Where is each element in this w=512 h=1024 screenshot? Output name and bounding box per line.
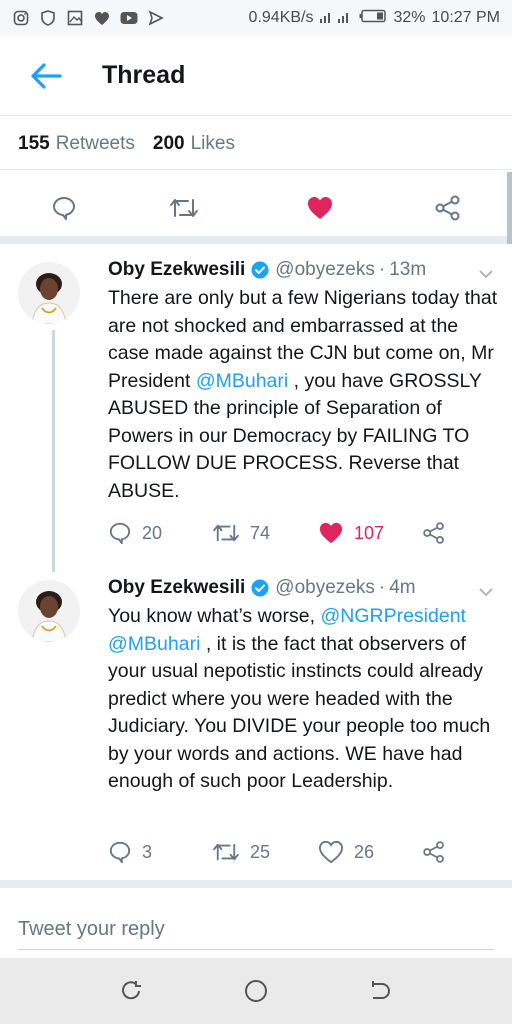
chevron-down-icon[interactable]	[478, 266, 494, 282]
network-speed: 0.94KB/s	[248, 9, 314, 26]
chevron-down-icon[interactable]	[478, 584, 494, 600]
mention-link[interactable]: @NGRPresident	[320, 605, 466, 627]
author-handle[interactable]: @obyezeks	[275, 577, 375, 599]
reply-button[interactable]: 3	[108, 837, 152, 867]
reply-button[interactable]: 20	[108, 518, 162, 548]
share-icon	[423, 522, 444, 544]
retweet-count: 74	[250, 522, 271, 543]
avatar[interactable]	[18, 262, 80, 324]
comment-icon	[109, 841, 131, 864]
mention-link[interactable]: @MBuhari	[108, 633, 200, 655]
tweet-actions: 20 74 107	[108, 518, 488, 548]
top-app-bar: Thread	[0, 36, 512, 116]
tweet-header: Oby Ezekwesili @obyezeks · 13m	[108, 259, 426, 281]
retweet-icon	[213, 843, 239, 861]
image-icon	[66, 10, 84, 26]
separator-dot: ·	[378, 577, 386, 598]
share-button[interactable]	[422, 837, 456, 867]
author-name[interactable]: Oby Ezekwesili	[108, 577, 245, 599]
like-button[interactable]	[302, 190, 338, 226]
tweet-header: Oby Ezekwesili @obyezeks · 4m	[108, 577, 416, 599]
scrollbar[interactable]	[507, 172, 512, 244]
likes-count[interactable]: 200	[153, 133, 185, 155]
retweet-button[interactable]	[166, 190, 202, 226]
retweet-count: 25	[250, 841, 271, 862]
tweet-stats: 155 Retweets 200 Likes	[0, 118, 512, 170]
like-count: 26	[354, 841, 375, 862]
retweet-button[interactable]: 25	[212, 837, 270, 867]
avatar[interactable]	[18, 580, 80, 642]
tweet[interactable]: Oby Ezekwesili @obyezeks · 13m There are…	[0, 244, 512, 572]
comment-icon	[109, 522, 131, 545]
reply-count: 3	[142, 841, 153, 862]
tweet-text: You know what’s worse, @NGRPresident @MB…	[108, 603, 503, 796]
retweets-count[interactable]: 155	[18, 133, 50, 155]
tweet-actions: 3 25 26	[108, 837, 488, 867]
like-count: 107	[354, 522, 385, 543]
battery-percent: 32%	[393, 9, 426, 26]
verified-badge-icon	[251, 261, 269, 279]
heart-filled-icon	[308, 197, 332, 219]
share-icon	[435, 195, 460, 221]
tweet-time: 13m	[389, 259, 427, 280]
youtube-icon	[120, 10, 138, 26]
separator-dot: ·	[378, 259, 386, 280]
author-handle[interactable]: @obyezeks	[275, 259, 375, 281]
home-button[interactable]	[236, 971, 276, 1011]
verified-badge-icon	[251, 579, 269, 597]
clock: 10:27 PM	[431, 9, 500, 26]
back-nav-icon	[372, 981, 390, 999]
share-button[interactable]	[422, 518, 456, 548]
home-circle-icon	[245, 980, 267, 1002]
thread-line	[52, 330, 55, 572]
signal-icon	[319, 8, 353, 29]
reply-count: 20	[142, 522, 163, 543]
arrow-left-icon	[31, 62, 62, 89]
back-button[interactable]	[16, 46, 76, 106]
page-title: Thread	[102, 61, 186, 89]
retweets-label[interactable]: Retweets	[56, 133, 135, 155]
retweet-icon	[170, 199, 198, 217]
like-button[interactable]: 107	[318, 518, 384, 548]
status-bar: 0.94KB/s 32% 10:27 PM	[0, 0, 512, 36]
likes-label[interactable]: Likes	[191, 133, 235, 155]
heart-icon	[93, 10, 111, 26]
recents-icon	[122, 981, 141, 1000]
tweet-text: There are only but a few Nigerians today…	[108, 285, 503, 505]
system-nav-bar	[0, 958, 512, 1024]
share-button[interactable]	[430, 190, 466, 226]
share-icon	[423, 841, 444, 863]
reply-composer	[0, 880, 512, 960]
retweet-button[interactable]: 74	[212, 518, 270, 548]
author-name[interactable]: Oby Ezekwesili	[108, 259, 245, 281]
reply-input[interactable]	[18, 910, 494, 950]
notification-icons	[12, 10, 165, 26]
tweet-text-segment: You know what’s worse,	[108, 605, 321, 627]
battery-icon	[359, 9, 387, 28]
heart-filled-icon	[319, 522, 343, 544]
tweet-text-segment: , it is the fact that observers of your …	[108, 632, 491, 793]
tweet-action-bar	[0, 172, 512, 244]
instagram-icon	[12, 10, 30, 26]
send-icon	[147, 10, 165, 26]
shield-icon	[39, 10, 57, 26]
heart-outline-icon	[318, 840, 344, 864]
like-button[interactable]: 26	[318, 837, 374, 867]
retweet-icon	[213, 524, 239, 542]
back-nav-button[interactable]	[360, 971, 400, 1011]
reply-button[interactable]	[46, 190, 82, 226]
mention-link[interactable]: @MBuhari	[196, 370, 288, 392]
recent-apps-button[interactable]	[112, 971, 152, 1011]
tweet-time: 4m	[389, 577, 416, 598]
tweet[interactable]: Oby Ezekwesili @obyezeks · 4m You know w…	[0, 562, 512, 880]
comment-icon	[53, 197, 75, 220]
